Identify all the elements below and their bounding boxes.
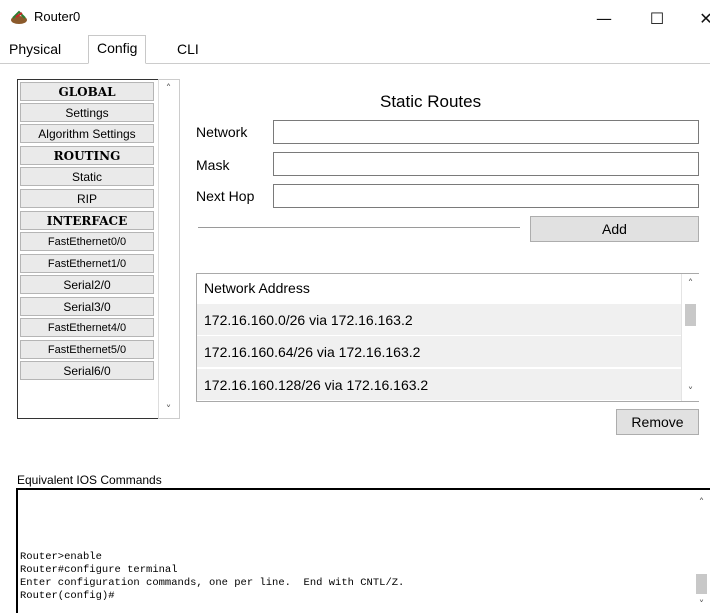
nav-item-rip[interactable]: RIP — [20, 189, 154, 208]
scroll-up-icon[interactable]: ˄ — [160, 82, 177, 95]
ios-scrollbar[interactable]: ˄ ˅ — [693, 490, 710, 613]
routes-list-header: Network Address — [197, 275, 681, 301]
network-label: Network — [196, 124, 248, 140]
mask-label: Mask — [196, 157, 230, 173]
tab-cli[interactable]: CLI — [169, 37, 207, 62]
nav-header-interface: INTERFACE — [20, 211, 154, 230]
tab-config[interactable]: Config — [88, 35, 147, 64]
scroll-thumb[interactable] — [696, 574, 707, 594]
route-row[interactable]: 172.16.160.0/26 via 172.16.163.2 — [197, 303, 681, 335]
nav-item-fastethernet5-0[interactable]: FastEthernet5/0 — [20, 340, 154, 359]
window-title: Router0 — [34, 9, 81, 24]
scroll-up-icon[interactable]: ˄ — [693, 496, 710, 509]
static-routes-heading: Static Routes — [380, 92, 482, 111]
ios-commands-label: Equivalent IOS Commands — [17, 473, 162, 487]
nav-item-fastethernet1-0[interactable]: FastEthernet1/0 — [20, 254, 154, 273]
ios-line: Router(config)# — [20, 590, 115, 602]
tab-physical[interactable]: Physical — [1, 37, 69, 62]
nav-header-global: GLOBAL — [20, 82, 154, 101]
add-button[interactable]: Add — [530, 216, 699, 242]
nav-header-routing: ROUTING — [20, 146, 154, 165]
ios-line: Router>enable — [20, 551, 102, 563]
router-app-icon — [11, 10, 27, 24]
remove-button[interactable]: Remove — [616, 409, 699, 435]
next-hop-input[interactable] — [273, 184, 699, 208]
scroll-down-icon[interactable]: ˅ — [160, 403, 177, 416]
maximize-button[interactable]: ☐ — [637, 6, 677, 32]
minimize-button[interactable]: — — [584, 6, 624, 32]
close-button[interactable]: ✕ — [686, 6, 710, 32]
nav-item-algorithm-settings[interactable]: Algorithm Settings — [20, 124, 154, 143]
nav-item-settings[interactable]: Settings — [20, 103, 154, 122]
nav-item-fastethernet0-0[interactable]: FastEthernet0/0 — [20, 232, 154, 251]
scroll-down-icon[interactable]: ˅ — [682, 385, 699, 398]
ios-line: Enter configuration commands, one per li… — [20, 577, 405, 589]
nav-item-serial3-0[interactable]: Serial3/0 — [20, 297, 154, 316]
mask-input[interactable] — [273, 152, 699, 176]
nav-item-fastethernet4-0[interactable]: FastEthernet4/0 — [20, 318, 154, 337]
scroll-thumb[interactable] — [685, 304, 696, 326]
separator — [198, 227, 520, 229]
nav-scrollbar[interactable]: ˄ ˅ — [158, 79, 180, 419]
ios-line: Router#configure terminal — [20, 564, 178, 576]
nav-item-serial6-0[interactable]: Serial6/0 — [20, 361, 154, 380]
route-row[interactable]: 172.16.160.128/26 via 172.16.163.2 — [197, 368, 681, 400]
network-input[interactable] — [273, 120, 699, 144]
routes-scrollbar[interactable]: ˄ ˅ — [681, 274, 699, 401]
nav-item-static[interactable]: Static — [20, 167, 154, 186]
scroll-up-icon[interactable]: ˄ — [682, 277, 699, 290]
nav-item-serial2-0[interactable]: Serial2/0 — [20, 275, 154, 294]
next-hop-label: Next Hop — [196, 188, 255, 204]
ios-commands-console — [16, 488, 710, 613]
scroll-down-icon[interactable]: ˅ — [693, 598, 710, 611]
route-row[interactable]: 172.16.160.64/26 via 172.16.163.2 — [197, 335, 681, 367]
